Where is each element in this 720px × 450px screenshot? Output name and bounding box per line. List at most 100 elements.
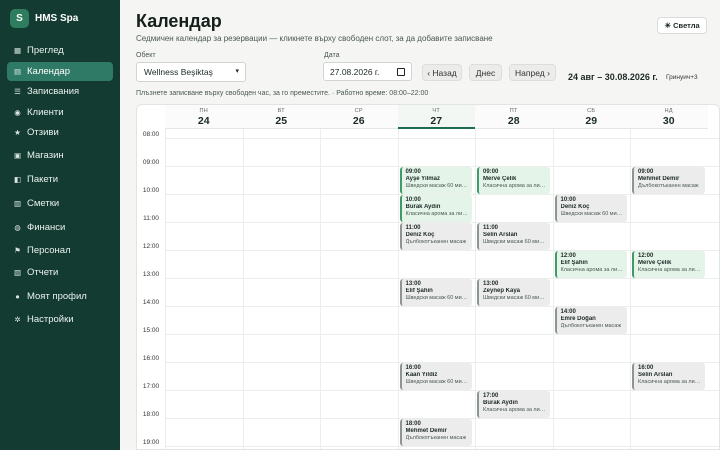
- day-number: 29: [585, 115, 598, 127]
- sidebar-item-12[interactable]: ✲ Настройки: [7, 310, 113, 329]
- package-icon: ◧: [13, 175, 22, 184]
- appointment-client: Selin Arslan: [483, 232, 518, 238]
- day-number: 25: [275, 115, 288, 127]
- clients-icon: ◉: [14, 108, 21, 117]
- location-select[interactable]: Wellness Beşiktaş ▾: [136, 62, 246, 82]
- appointment-card[interactable]: 12:00 Merve Çelik Класична арома за лице: [632, 251, 705, 278]
- appointment-card[interactable]: 09:00 Mehmet Demir Дълбокотъканен масаж: [632, 167, 705, 194]
- column-divider: [475, 129, 476, 449]
- appointment-service: Шведски масаж 60 минути: [405, 183, 469, 189]
- sidebar-item-label: Записвания: [27, 86, 80, 97]
- sidebar-item-0[interactable]: ▦ Преглед: [7, 41, 113, 60]
- hour-gridline: [165, 446, 719, 447]
- day-of-week: СР: [354, 108, 363, 114]
- appointment-card[interactable]: 09:00 Ayşe Yilmaz Шведски масаж 60 минути: [399, 167, 472, 194]
- sidebar-item-2[interactable]: ☰ Записвания: [7, 82, 113, 101]
- gear-icon: ✲: [14, 315, 21, 324]
- day-number: 27: [430, 115, 443, 127]
- appointment-card[interactable]: 10:00 Burak Aydın Класична арома за лице: [399, 195, 472, 222]
- sidebar-item-label: Преглед: [27, 45, 64, 56]
- appointment-card[interactable]: 10:00 Deniz Koç Шведски масаж 60 минути: [554, 195, 627, 222]
- day-of-week: ВТ: [277, 108, 285, 114]
- appointment-service: Дълбокотъканен масаж: [405, 435, 467, 441]
- sidebar-item-4[interactable]: ★ Отзиви: [7, 123, 113, 142]
- appointment-card[interactable]: 11:00 Selin Arslan Шведски масаж 60 минути: [477, 223, 550, 250]
- sidebar-item-label: Настройки: [27, 314, 74, 325]
- appointment-card[interactable]: 18:00 Mehmet Demir Дълбокотъканен масаж: [399, 419, 472, 446]
- sidebar-item-label: Сметки: [27, 198, 60, 209]
- appointment-client: Burak Aydın: [483, 400, 518, 406]
- sidebar-item-label: Пакети: [27, 174, 59, 185]
- appointment-service: Дълбокотъканен масаж: [638, 183, 699, 189]
- column-divider: [397, 129, 399, 449]
- day-number: 24: [197, 115, 210, 127]
- hour-label: 09:00: [142, 159, 160, 166]
- day-header: ЧТ 27: [397, 105, 475, 129]
- appointment-time: 12:00: [560, 253, 576, 259]
- appointment-service: Дълбокотъканен масаж: [405, 239, 467, 245]
- hour-gridline: [165, 334, 719, 335]
- sidebar-item-label: Отчети: [27, 267, 59, 278]
- appointment-card[interactable]: 16:00 Kaan Yıldız Шведски масаж 60 минути: [399, 363, 472, 390]
- user-icon: ●: [15, 292, 20, 301]
- date-input[interactable]: 27.08.2026 г.: [323, 62, 412, 81]
- sidebar-item-9[interactable]: ⚑ Персонал: [7, 241, 113, 260]
- sidebar-item-7[interactable]: ▥ Сметки: [7, 194, 113, 213]
- sidebar-item-10[interactable]: ▧ Отчети: [7, 263, 113, 282]
- hour-label: 16:00: [142, 355, 160, 362]
- sidebar-item-6[interactable]: ◧ Пакети: [7, 170, 113, 189]
- appointment-card[interactable]: 12:00 Elif Şahin Класична арома за лице: [554, 251, 627, 278]
- money-icon: ◍: [14, 223, 21, 232]
- sidebar-item-label: Календар: [27, 66, 71, 77]
- appointment-card[interactable]: 16:00 Selin Arslan Класична арома за лице: [632, 363, 705, 390]
- hour-gridline: [165, 390, 719, 391]
- appointment-service: Класична арома за лице: [638, 267, 701, 273]
- date-input-value: 27.08.2026 г.: [330, 66, 380, 77]
- appointment-client: Elif Şahin: [405, 288, 433, 294]
- today-button[interactable]: Днес: [469, 64, 502, 81]
- appointment-service: Шведски масаж 60 минути: [560, 211, 624, 217]
- sidebar-item-8[interactable]: ◍ Финанси: [7, 218, 113, 237]
- appointment-time: 11:00: [483, 225, 499, 231]
- brand[interactable]: S HMS Spa: [10, 9, 78, 28]
- day-header: СР 26: [320, 105, 398, 129]
- calendar-picker-icon[interactable]: [397, 68, 405, 76]
- brand-logo: S: [10, 9, 29, 28]
- week-calendar: ПН 24 ВТ 25 СР 26 ЧТ 27 ПТ 28 СБ 29 НД 30 08:00 09:00 10…: [136, 104, 720, 450]
- appointment-client: Zeynep Kaya: [483, 288, 521, 294]
- sidebar-item-3[interactable]: ◉ Клиенти: [7, 103, 113, 122]
- appointment-card[interactable]: 14:00 Emre Doğan Дълбокотъканен масаж: [554, 307, 627, 334]
- day-of-week: НД: [664, 108, 673, 114]
- location-select-value: Wellness Beşiktaş: [144, 67, 213, 77]
- appointment-client: Kaan Yıldız: [405, 372, 438, 378]
- appointment-card[interactable]: 17:00 Burak Aydın Класична арома за лице: [477, 391, 550, 418]
- calendar-icon: ▤: [13, 67, 22, 76]
- flag-icon: ⚑: [14, 246, 21, 255]
- appointment-card[interactable]: 11:00 Deniz Koç Дълбокотъканен масаж: [399, 223, 472, 250]
- sidebar-item-5[interactable]: ▣ Магазин: [7, 146, 113, 165]
- appointment-time: 10:00: [560, 197, 576, 203]
- hour-label: 10:00: [142, 187, 160, 194]
- appointment-card[interactable]: 13:00 Zeynep Kaya Шведски масаж 60 минути: [477, 279, 550, 306]
- next-week-button[interactable]: Напред ›: [509, 64, 556, 81]
- brand-name: HMS Spa: [35, 13, 79, 24]
- prev-week-button[interactable]: ‹ Назад: [422, 64, 462, 81]
- location-label: Обект: [136, 52, 156, 59]
- sidebar-item-label: Магазин: [27, 150, 64, 161]
- appointment-time: 12:00: [638, 253, 654, 259]
- day-header: ПН 24: [165, 105, 243, 129]
- theme-toggle-button[interactable]: ☀ Светла: [657, 17, 707, 34]
- sidebar-item-11[interactable]: ● Моят профил: [7, 287, 113, 306]
- appointment-service: Шведски масаж 60 минути: [483, 239, 546, 245]
- appointment-card[interactable]: 09:00 Merve Çelik Класична арома за лице: [477, 167, 550, 194]
- appointment-time: 09:00: [405, 169, 421, 175]
- appointment-client: Burak Aydın: [405, 204, 441, 210]
- appointment-client: Deniz Koç: [560, 204, 590, 210]
- column-divider: [242, 129, 244, 449]
- day-header: ПТ 28: [475, 105, 553, 129]
- appointment-card[interactable]: 13:00 Elif Şahin Шведски масаж 60 минути: [399, 279, 472, 306]
- sidebar-item-1[interactable]: ▤ Календар: [7, 62, 113, 81]
- appointment-client: Merve Çelik: [483, 176, 517, 182]
- layout-icon: ▦: [13, 46, 22, 55]
- appointment-time: 16:00: [638, 365, 654, 371]
